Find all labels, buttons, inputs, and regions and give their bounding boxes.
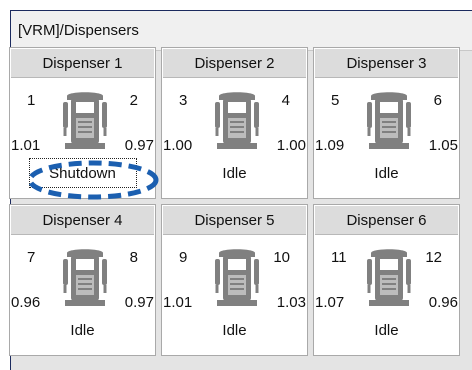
dispenser-tile-3[interactable]: Dispenser 3 5 6 1.09 1.05 Idle <box>313 47 460 199</box>
dispenser-status: Idle <box>374 322 399 339</box>
dispenser-name: Dispenser 3 <box>315 49 458 78</box>
fuel-pump-icon <box>61 86 109 154</box>
fuel-pump-icon <box>365 86 413 154</box>
dispenser-status: Shutdown <box>49 165 116 182</box>
pump-volume-left: 0.96 <box>11 294 41 311</box>
pump-number-left: 3 <box>179 92 188 109</box>
pump-number-left: 7 <box>27 249 36 266</box>
pump-volume-right: 1.05 <box>428 137 458 154</box>
dispenser-tile-2[interactable]: Dispenser 2 3 4 1.00 1.00 Idle <box>161 47 308 199</box>
pump-number-left: 5 <box>331 92 340 109</box>
pump-volume-left: 1.00 <box>163 137 193 154</box>
dispenser-name: Dispenser 5 <box>163 206 306 235</box>
dispenser-tile-4[interactable]: Dispenser 4 7 8 0.96 0.97 Idle <box>9 204 156 356</box>
pump-volume-right: 1.00 <box>276 137 306 154</box>
pump-volume-left: 1.01 <box>163 294 193 311</box>
dispenser-name: Dispenser 4 <box>11 206 154 235</box>
fuel-pump-icon <box>61 243 109 311</box>
pump-number-left: 11 <box>331 249 347 266</box>
pump-volume-left: 1.09 <box>315 137 345 154</box>
fuel-pump-icon <box>365 243 413 311</box>
dispenser-status: Idle <box>70 322 95 339</box>
window-title: [VRM]/Dispensers <box>11 11 472 51</box>
pump-number-left: 1 <box>27 92 36 109</box>
pump-number-right: 4 <box>281 92 290 109</box>
dispenser-name: Dispenser 6 <box>315 206 458 235</box>
pump-volume-right: 1.03 <box>276 294 306 311</box>
pump-number-right: 8 <box>129 249 138 266</box>
pump-number-right: 6 <box>433 92 442 109</box>
dispenser-name: Dispenser 1 <box>11 49 154 78</box>
pump-number-right: 12 <box>425 249 442 266</box>
pump-number-right: 2 <box>129 92 138 109</box>
fuel-pump-icon <box>213 86 261 154</box>
pump-volume-left: 1.01 <box>11 137 41 154</box>
pump-volume-right: 0.97 <box>124 137 154 154</box>
pump-number-right: 10 <box>273 249 290 266</box>
dispenser-status: Idle <box>374 165 399 182</box>
dispenser-tile-5[interactable]: Dispenser 5 9 10 1.01 1.03 Idle <box>161 204 308 356</box>
pump-volume-right: 0.96 <box>428 294 458 311</box>
fuel-pump-icon <box>213 243 261 311</box>
dispenser-status: Idle <box>222 165 247 182</box>
dispenser-tile-1[interactable]: Dispenser 1 1 2 1.01 0.97 Shutdown <box>9 47 156 199</box>
dispenser-tile-6[interactable]: Dispenser 6 11 12 1.07 0.96 Idle <box>313 204 460 356</box>
pump-volume-right: 0.97 <box>124 294 154 311</box>
dispenser-status: Idle <box>222 322 247 339</box>
pump-number-left: 9 <box>179 249 188 266</box>
dispenser-name: Dispenser 2 <box>163 49 306 78</box>
pump-volume-left: 1.07 <box>315 294 345 311</box>
